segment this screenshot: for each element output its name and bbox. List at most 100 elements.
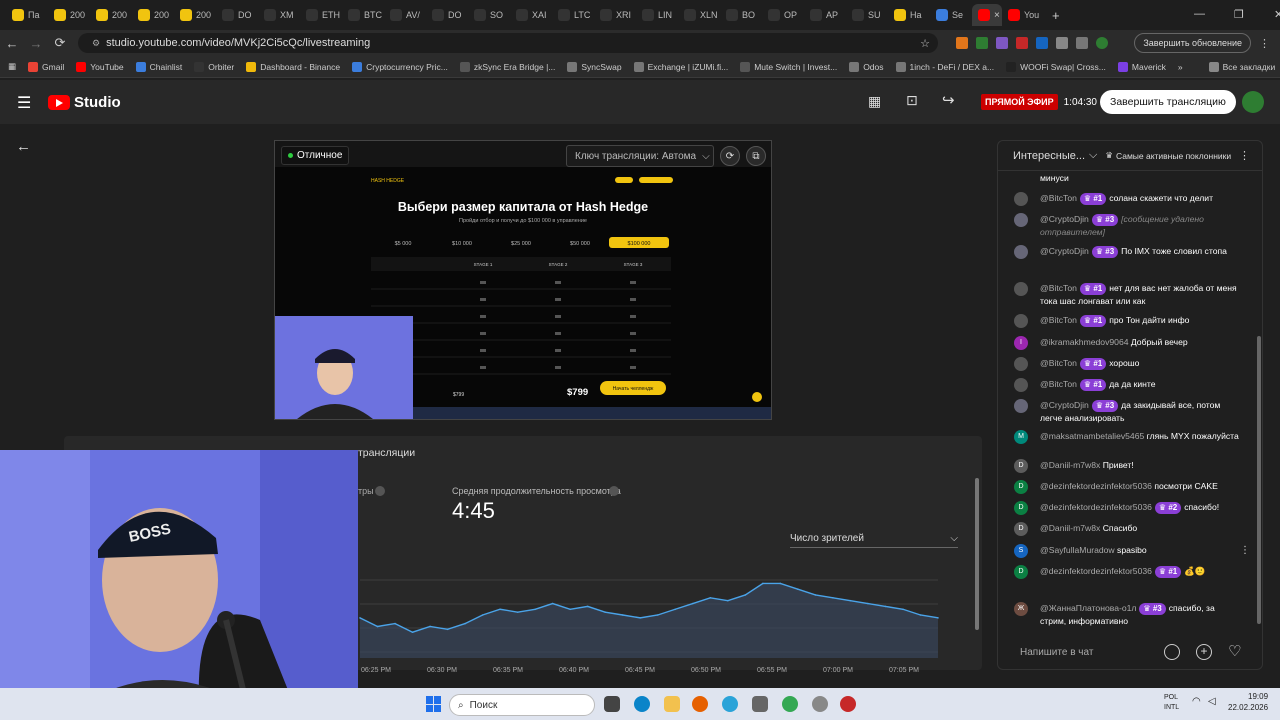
chat-author[interactable]: @BitcTon bbox=[1040, 358, 1077, 368]
chat-author[interactable]: @BitcTon bbox=[1040, 283, 1077, 293]
extension-icons[interactable] bbox=[956, 37, 1108, 49]
heart-icon[interactable]: ♡ bbox=[1228, 642, 1241, 660]
forward-icon[interactable]: → bbox=[24, 36, 48, 51]
browser-tab[interactable]: AV/ bbox=[384, 4, 426, 26]
refresh-icon[interactable]: ⟳ bbox=[720, 146, 740, 166]
firefox-icon[interactable] bbox=[692, 696, 708, 712]
chat-message[interactable]: M @maksatmambetaliev5465 глянь MYX пожалу… bbox=[1014, 430, 1240, 444]
back-arrow-icon[interactable]: ← bbox=[16, 138, 31, 155]
chat-message[interactable]: I @ikramakhmedov9064 Добрый вечер bbox=[1014, 336, 1240, 350]
wifi-icon[interactable]: ◠ bbox=[1192, 696, 1201, 707]
chat-mode-select[interactable]: Интересные... ⌵ bbox=[1013, 149, 1097, 162]
edge-icon[interactable] bbox=[634, 696, 650, 712]
chat-avatar[interactable]: D bbox=[1014, 565, 1028, 579]
copy-icon[interactable]: ⧉ bbox=[746, 146, 766, 166]
chat-avatar[interactable]: I bbox=[1014, 336, 1028, 350]
chat-author[interactable]: @ЖаннаПлатонова-о1л bbox=[1040, 603, 1136, 613]
bookmark-item[interactable]: Mute Switch | Invest... bbox=[740, 61, 837, 72]
chat-avatar[interactable]: M bbox=[1014, 430, 1028, 444]
app-icon[interactable] bbox=[812, 696, 828, 712]
chat-author[interactable]: @CryptoDjin bbox=[1040, 214, 1089, 224]
avg-view-help-icon[interactable] bbox=[609, 486, 619, 496]
chat-message[interactable]: D @Daniil-m7w8x Спасибо bbox=[1014, 522, 1240, 536]
avatar[interactable] bbox=[1242, 91, 1264, 113]
browser-tab[interactable]: Ha bbox=[888, 4, 930, 26]
new-tab-button[interactable]: + bbox=[1052, 8, 1060, 23]
more-bookmarks-icon[interactable]: » bbox=[1178, 62, 1183, 72]
top-fans-toggle[interactable]: ♛ Самые активные поклонники bbox=[1105, 150, 1231, 161]
browser-tab[interactable]: 200 bbox=[90, 4, 132, 26]
chat-author[interactable]: @SayfullaMuradow bbox=[1040, 545, 1115, 555]
chat-author[interactable]: @BitcTon bbox=[1040, 379, 1077, 389]
bookmark-item[interactable]: Cryptocurrency Pric... bbox=[352, 61, 448, 72]
chat-message[interactable]: @CryptoDjin ♛ #3 По IMX тоже словил стопа bbox=[1014, 245, 1240, 259]
keyboard-language[interactable]: POL INTL bbox=[1164, 693, 1179, 713]
chat-avatar[interactable] bbox=[1014, 378, 1028, 392]
chat-message[interactable]: @BitcTon ♛ #1 солана скажети что делит bbox=[1014, 192, 1240, 206]
chat-menu-icon[interactable]: ⋮ bbox=[1239, 149, 1250, 162]
reload-icon[interactable]: ⟳ bbox=[48, 35, 72, 51]
chat-message[interactable]: S @SayfullaMuradow spasibo bbox=[1014, 544, 1240, 558]
message-menu-icon[interactable]: ⋮ bbox=[1240, 545, 1250, 556]
chrome-icon[interactable] bbox=[782, 696, 798, 712]
metric-dropdown[interactable]: Число зрителей ⌵ bbox=[790, 530, 958, 548]
chat-avatar[interactable] bbox=[1014, 282, 1028, 296]
apps-grid-icon[interactable]: ▦ bbox=[8, 61, 16, 72]
chat-avatar[interactable]: Ж bbox=[1014, 602, 1028, 616]
bookmark-item[interactable]: Exchange | iZUMi.fi... bbox=[633, 61, 728, 72]
bookmark-item[interactable]: Chainlist bbox=[135, 61, 182, 72]
bookmark-star-icon[interactable]: ☆ bbox=[920, 37, 930, 50]
bookmark-icon[interactable]: ⊡ bbox=[906, 92, 918, 109]
browser-tab[interactable]: XM bbox=[258, 4, 300, 26]
chat-message[interactable]: Ж @ЖаннаПлатонова-о1л ♛ #3 спасибо, за стри… bbox=[1014, 602, 1240, 627]
chat-author[interactable]: @dezinfektordezinfektor5036 bbox=[1040, 566, 1152, 576]
browser-tab[interactable]: BTC bbox=[342, 4, 384, 26]
chat-author[interactable]: @dezinfektordezinfektor5036 bbox=[1040, 481, 1152, 491]
browser-tab[interactable]: Па bbox=[6, 4, 48, 26]
chat-avatar[interactable] bbox=[1014, 314, 1028, 328]
chat-message[interactable]: @BitcTon ♛ #1 про Тон дайти инфо bbox=[1014, 314, 1240, 328]
browser-tab[interactable]: XAI bbox=[510, 4, 552, 26]
chat-author[interactable]: @ikramakhmedov9064 bbox=[1040, 337, 1129, 347]
maximize-icon[interactable]: ❐ bbox=[1234, 8, 1244, 21]
chat-message[interactable]: D @dezinfektordezinfektor5036 посмотри CA… bbox=[1014, 480, 1240, 494]
bookmark-item[interactable]: Dashboard - Binance bbox=[246, 61, 340, 72]
browser-tab[interactable]: DO bbox=[216, 4, 258, 26]
browser-tab[interactable]: XLN bbox=[678, 4, 720, 26]
chat-author[interactable]: @Daniil-m7w8x bbox=[1040, 460, 1100, 470]
bookmark-item[interactable]: YouTube bbox=[76, 61, 124, 72]
browser-tab[interactable]: AP bbox=[804, 4, 846, 26]
browser-tab[interactable]: You bbox=[1002, 4, 1044, 26]
bookmark-item[interactable]: Maverick bbox=[1117, 61, 1166, 72]
layout-icon[interactable]: ▦ bbox=[868, 93, 881, 110]
bookmark-item[interactable]: zkSync Era Bridge |... bbox=[459, 61, 555, 72]
chat-avatar[interactable] bbox=[1014, 192, 1028, 206]
chat-message[interactable]: @CryptoDjin ♛ #3 [сообщение удалено отправ… bbox=[1014, 213, 1240, 238]
add-icon[interactable]: + bbox=[1196, 644, 1212, 660]
app-icon[interactable] bbox=[752, 696, 768, 712]
chat-avatar[interactable]: D bbox=[1014, 522, 1028, 536]
site-info-icon[interactable]: ⚙ bbox=[92, 38, 100, 49]
telegram-icon[interactable] bbox=[722, 696, 738, 712]
chat-scrollbar[interactable] bbox=[1257, 336, 1261, 624]
chat-avatar[interactable]: S bbox=[1014, 544, 1028, 558]
system-clock[interactable]: 19:09 22.02.2026 bbox=[1228, 691, 1268, 713]
file-explorer-icon[interactable] bbox=[664, 696, 680, 712]
bookmark-item[interactable]: SyncSwap bbox=[567, 61, 622, 72]
chat-author[interactable]: @CryptoDjin bbox=[1040, 400, 1089, 410]
chat-author[interactable]: @maksatmambetaliev5465 bbox=[1040, 431, 1144, 441]
stream-key-select[interactable]: Ключ трансляции: Автома ⌵ bbox=[566, 145, 714, 167]
url-field[interactable]: ⚙ studio.youtube.com/video/MVKj2Ci5cQc/l… bbox=[78, 33, 938, 53]
browser-tab[interactable]: LTC bbox=[552, 4, 594, 26]
task-view-icon[interactable] bbox=[604, 696, 620, 712]
browser-tab[interactable]: SO bbox=[468, 4, 510, 26]
bookmark-item[interactable]: Gmail bbox=[28, 61, 64, 72]
browser-tab[interactable]: 200 bbox=[132, 4, 174, 26]
chat-avatar[interactable] bbox=[1014, 245, 1028, 259]
emoji-icon[interactable] bbox=[1164, 644, 1180, 660]
hamburger-menu-icon[interactable]: ☰ bbox=[17, 93, 31, 113]
chat-message[interactable]: минуси bbox=[1014, 172, 1240, 184]
chat-message[interactable]: @BitcTon ♛ #1 нет для вас нет жалоба от ме… bbox=[1014, 282, 1240, 307]
close-tab-icon[interactable]: × bbox=[994, 10, 1000, 21]
browser-tab[interactable]: 200 bbox=[48, 4, 90, 26]
